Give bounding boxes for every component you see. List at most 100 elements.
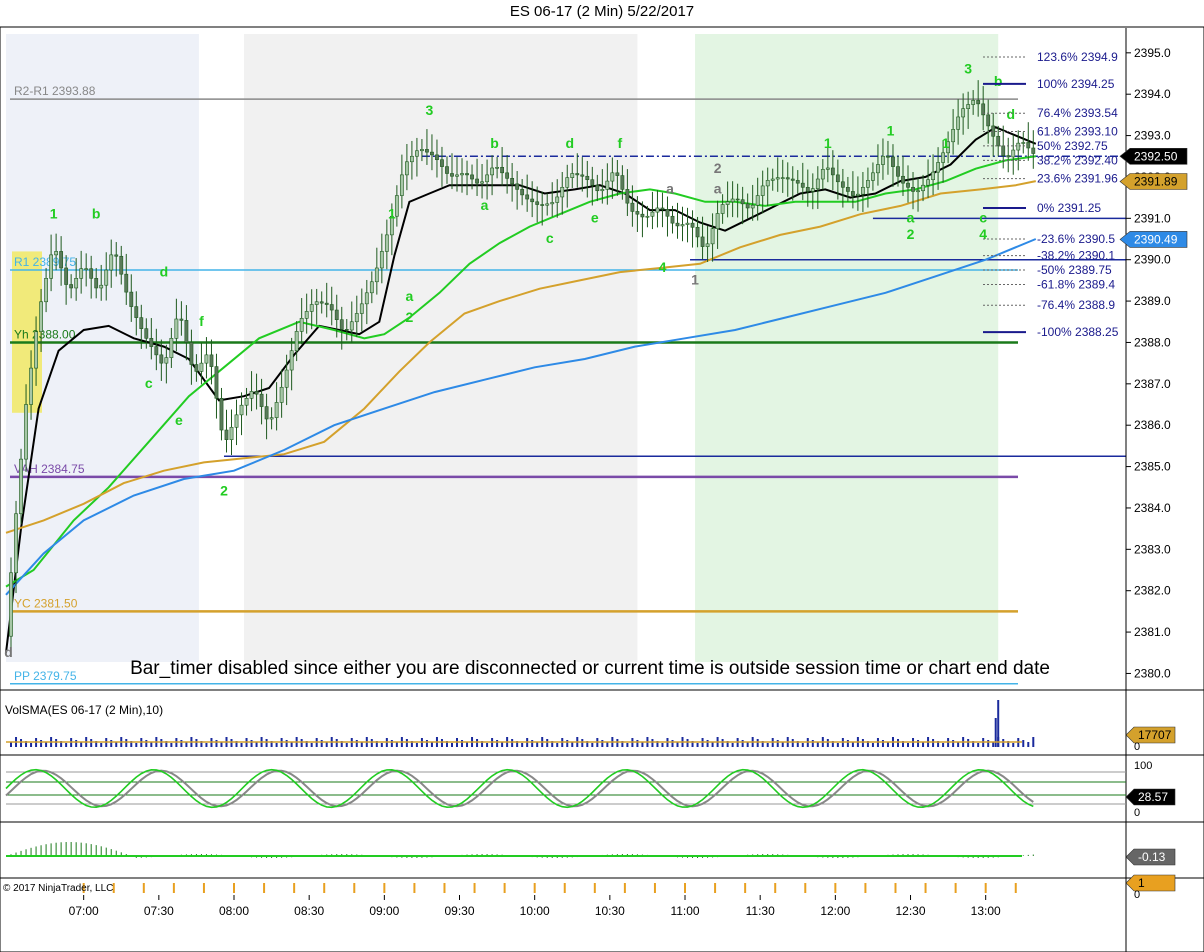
fib-label: -61.8% 2389.4 [1037, 278, 1115, 292]
fib-label: -100% 2388.25 [1037, 325, 1119, 339]
price-bar-body [926, 179, 930, 186]
fib-levels: 123.6% 2394.9 100% 2394.25 76.4% 2393.54 61… [983, 50, 1119, 339]
price-bar-body [1016, 142, 1021, 151]
price-axis: 2380.0 2381.0 2382.0 2383.0 2384.0 2385.0 2386… [1119, 28, 1188, 952]
fib-label: -76.4% 2388.9 [1037, 298, 1115, 312]
price-bar-body [630, 202, 635, 212]
price-bar-body [324, 302, 329, 305]
level-label: YC 2381.50 [14, 596, 78, 610]
wave-label: c [979, 209, 987, 225]
price-bar-body [14, 513, 18, 574]
price-bar-body [550, 202, 555, 205]
panel-badge-label: 1 [1138, 876, 1145, 890]
price-bar-body [620, 175, 625, 190]
fib-label: 61.8% 2393.10 [1037, 124, 1118, 138]
price-bar-body [1026, 142, 1031, 149]
price-bar-body [545, 203, 550, 206]
price-bar-body [229, 426, 234, 440]
price-bar-body [680, 224, 685, 227]
wave-label: d [565, 135, 574, 151]
fib-label: 76.4% 2393.54 [1037, 106, 1118, 120]
price-bar-body [364, 292, 369, 305]
price-bar-body [510, 178, 515, 185]
wave-label: b [92, 205, 101, 221]
axis-tick-label: 2383.0 [1134, 542, 1171, 556]
price-bar-body [765, 180, 770, 187]
price-bar-body [39, 301, 43, 332]
price-bar-body [89, 268, 94, 279]
price-bar-body [675, 222, 680, 227]
price-bar-body [29, 367, 33, 405]
price-bar-body [1011, 149, 1016, 158]
price-bar-body [109, 254, 114, 271]
session-bands [0, 26, 1204, 952]
price-bar-body [94, 278, 99, 289]
price-bar-body [645, 215, 650, 218]
price-bar-body [124, 273, 129, 293]
indicator-panels: 177070100028.57-0.1310 [0, 689, 1204, 901]
price-bar-body [99, 284, 104, 289]
price-bar-body [901, 175, 905, 184]
wave-label: 3 [426, 102, 434, 118]
price-bar-body [565, 177, 570, 188]
price-bar-body [344, 329, 349, 331]
axis-tick-label: 2385.0 [1134, 460, 1171, 474]
wave-label: 1 [824, 135, 832, 151]
wave-label: e [175, 412, 183, 428]
wave-label: 1 [691, 272, 699, 288]
price-bar-body [74, 278, 79, 289]
price-bar-body [309, 304, 314, 312]
price-bar-body [971, 100, 976, 105]
price-bar-body [445, 166, 449, 174]
price-bar-body [810, 188, 815, 192]
axis-tick-label: 2394.0 [1134, 87, 1171, 101]
price-bar-body [289, 350, 294, 371]
axis-tick-label: 2388.0 [1134, 335, 1171, 349]
wave-label: 4 [659, 259, 667, 275]
price-bar-body [174, 318, 179, 339]
price-bar-body [420, 149, 424, 152]
price-bar-body [384, 234, 389, 252]
price-bar-body [815, 178, 820, 189]
price-bar-body [314, 301, 319, 305]
price-bar-body [560, 186, 565, 198]
price-bar-body [129, 291, 134, 307]
chart-canvas[interactable]: R2-R1 2393.88 R1 2389.75 Yh 2388.00 VAH 238… [0, 0, 1204, 952]
level-label: R1 2389.75 [14, 255, 76, 269]
price-bar-body [334, 309, 339, 320]
price-bar-body [830, 167, 835, 176]
price-bar-body [941, 152, 945, 163]
price-bar-body [745, 203, 750, 209]
price-bar-body [209, 354, 214, 367]
copyright-text: © 2017 NinjaTrader, LLC [3, 883, 114, 894]
price-bar-body [24, 404, 28, 460]
time-tick-label: 10:30 [595, 904, 625, 918]
price-bar-body [921, 184, 925, 192]
wave-label: a [406, 288, 414, 304]
price-bar-body [600, 189, 605, 192]
fib-label: 23.6% 2391.96 [1037, 172, 1118, 186]
price-bar-body [54, 251, 59, 256]
fib-label: -50% 2389.75 [1037, 263, 1112, 277]
price-bar-body [740, 199, 745, 205]
volume-panel-label: VolSMA(ES 06-17 (2 Min),10) [5, 703, 163, 717]
axis-tick-label: 2391.0 [1134, 211, 1171, 225]
price-bar-body [976, 100, 981, 105]
price-bar-body [871, 172, 875, 181]
price-bar-body [34, 331, 38, 369]
price-bar-body [269, 417, 274, 420]
price-bar-body [79, 268, 84, 279]
price-bar-body [224, 429, 229, 440]
price-bar-body [906, 182, 910, 188]
price-bar-body [244, 398, 249, 406]
price-bar-body [259, 393, 264, 407]
axis-tick-label: 2386.0 [1134, 418, 1171, 432]
wave-label: 3 [964, 61, 972, 77]
time-tick-label: 07:00 [69, 904, 99, 918]
price-bar-body [480, 181, 484, 184]
price-bar-body [455, 174, 459, 177]
price-bar-body [104, 269, 109, 286]
price-bar-body [144, 328, 149, 339]
price-bar-body [886, 155, 890, 158]
price-bar-body [961, 108, 966, 118]
